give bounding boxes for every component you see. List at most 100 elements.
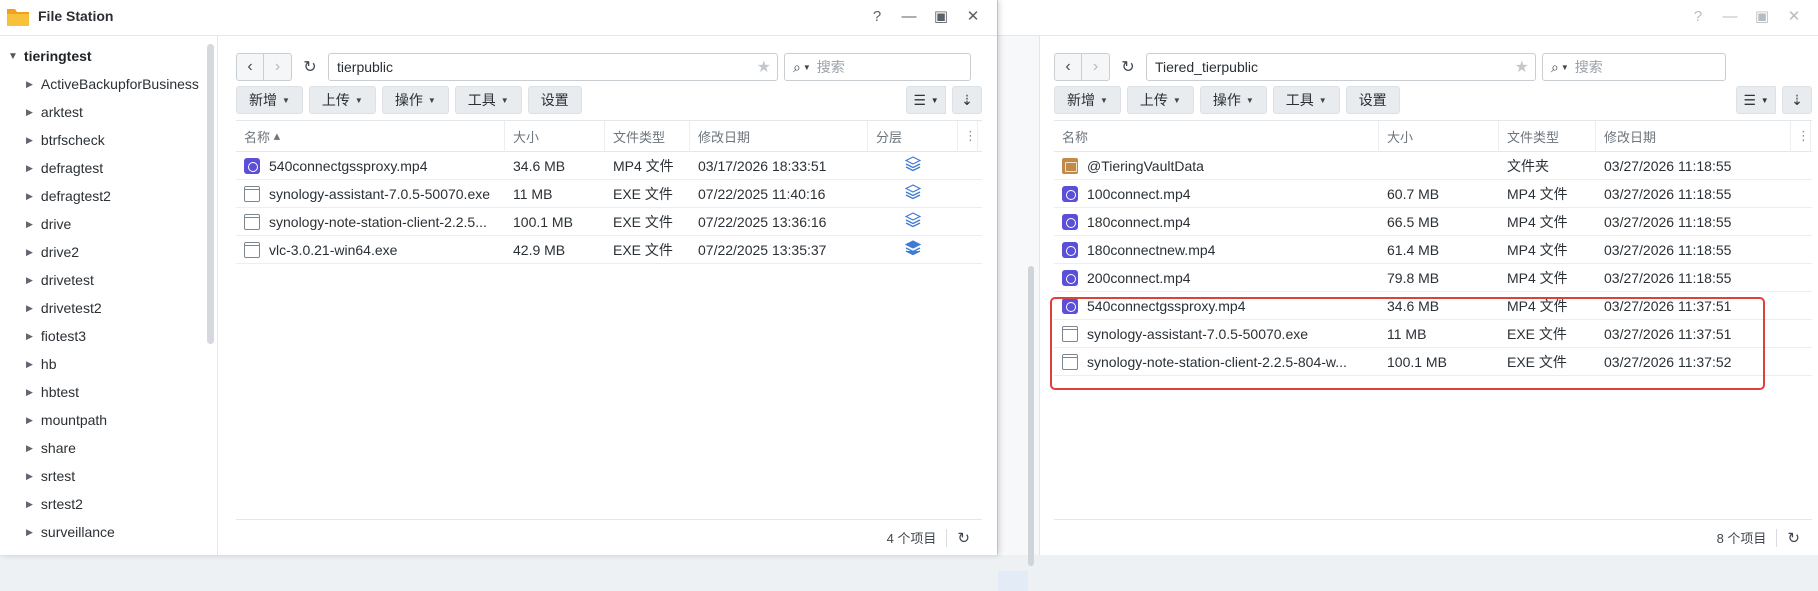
star-icon[interactable]: ★ [757,57,771,77]
column-menu-icon[interactable]: ⋮ [958,120,978,152]
close-icon[interactable]: ✕ [1778,0,1810,32]
caret-right-icon[interactable]: ▶ [26,443,33,454]
tree-item[interactable]: ▶ hbtest [0,378,217,406]
search-input[interactable]: ⌕ ▼ 搜索 [784,53,971,81]
action-button[interactable]: 操作 ▼ [1199,86,1267,114]
caret-right-icon[interactable]: ▶ [26,387,33,398]
table-row[interactable]: 540connectgssproxy.mp4 34.6 MB MP4 文件 03/17… [236,152,982,180]
column-menu-icon[interactable]: ⋮ [1791,120,1811,152]
caret-right-icon[interactable]: ▶ [26,247,33,258]
caret-down-icon[interactable]: ▼ [8,51,18,62]
sort-button[interactable]: ⇣ [952,86,982,114]
tree-item[interactable]: ▶ share [0,434,217,462]
caret-right-icon[interactable]: ▶ [26,107,33,118]
tree-item[interactable]: ▶ drive2 [0,238,217,266]
search-input[interactable]: ⌕ ▼ 搜索 [1542,53,1726,81]
path-input[interactable]: tierpublic ★ [328,53,778,81]
tree-item[interactable]: ▶ hb [0,350,217,378]
col-tier[interactable]: 分层 [868,120,958,152]
upload-button[interactable]: 上传 ▼ [308,86,376,114]
app-title: File Station [38,8,114,24]
caret-right-icon[interactable]: ▶ [26,275,33,286]
create-button[interactable]: 新增 ▼ [236,86,303,114]
tree-item[interactable]: ▶ arktest [0,98,217,126]
table-row[interactable]: @TieringVaultData 文件夹 03/27/2026 11:18:55 [1054,152,1812,180]
tree-item[interactable]: ▶ mountpath [0,406,217,434]
caret-right-icon[interactable]: ▶ [26,499,33,510]
caret-right-icon[interactable]: ▶ [26,135,33,146]
table-row[interactable]: 540connectgssproxy.mp4 34.6 MB MP4 文件 03/27… [1054,292,1812,320]
caret-right-icon[interactable]: ▶ [26,415,33,426]
back-arrow-icon[interactable]: ‹ [1054,53,1082,81]
tree-item[interactable]: ▶ defragtest [0,154,217,182]
tree-item-label: surveillance [40,524,115,540]
tree-item[interactable]: ▶ fiotest3 [0,322,217,350]
front-file-grid: 名称 ▴ 大小 文件类型 修改日期 分层 ⋮ 540connectgssprox… [236,120,982,519]
forward-arrow-icon[interactable]: › [1082,53,1110,81]
col-name[interactable]: 名称 [1054,120,1379,152]
table-row[interactable]: 100connect.mp4 60.7 MB MP4 文件 03/27/2026 11… [1054,180,1812,208]
caret-right-icon[interactable]: ▶ [26,303,33,314]
tools-button[interactable]: 工具 ▼ [454,86,522,114]
table-row[interactable]: synology-assistant-7.0.5-50070.exe 11 MB E… [1054,320,1812,348]
tree-item[interactable]: ▶ srtest2 [0,490,217,518]
caret-right-icon[interactable]: ▶ [26,359,33,370]
refresh-icon[interactable]: ↻ [296,53,324,81]
caret-right-icon[interactable]: ▶ [26,79,33,90]
scrollbar-thumb[interactable] [207,44,214,344]
col-type[interactable]: 文件类型 [1499,120,1596,152]
action-button[interactable]: 操作 ▼ [381,86,449,114]
caret-right-icon[interactable]: ▶ [26,471,33,482]
help-icon[interactable]: ? [1682,0,1714,32]
tools-button[interactable]: 工具 ▼ [1272,86,1340,114]
caret-right-icon[interactable]: ▶ [26,163,33,174]
forward-arrow-icon[interactable]: › [264,53,292,81]
col-modified[interactable]: 修改日期 [690,120,868,152]
tree-item[interactable]: ▶ srtest [0,462,217,490]
col-name[interactable]: 名称 ▴ [236,120,505,152]
create-button[interactable]: 新增 ▼ [1054,86,1121,114]
caret-right-icon[interactable]: ▶ [26,331,33,342]
col-size[interactable]: 大小 [505,120,605,152]
tree-item[interactable]: ▶ drivetest [0,266,217,294]
table-row[interactable]: synology-note-station-client-2.2.5-804-w… [1054,348,1812,376]
star-icon[interactable]: ★ [1515,57,1529,77]
caret-right-icon[interactable]: ▶ [26,191,33,202]
list-view-button[interactable]: ☰ ▼ [1736,86,1776,114]
refresh-icon[interactable]: ↻ [1114,53,1142,81]
maximize-icon[interactable]: ▣ [925,0,957,32]
refresh-icon[interactable]: ↻ [1787,529,1800,547]
sort-button[interactable]: ⇣ [1782,86,1812,114]
tree-item[interactable]: ▶ drive [0,210,217,238]
help-icon[interactable]: ? [861,0,893,32]
table-row[interactable]: vlc-3.0.21-win64.exe 42.9 MB EXE 文件 07/22/2… [236,236,982,264]
tree-item[interactable]: ▶ btrfscheck [0,126,217,154]
upload-button[interactable]: 上传 ▼ [1126,86,1194,114]
table-row[interactable]: synology-note-station-client-2.2.5... 100… [236,208,982,236]
tree-item[interactable]: ▶ ActiveBackupforBusiness [0,70,217,98]
tree-item[interactable]: ▶ defragtest2 [0,182,217,210]
path-input[interactable]: Tiered_tierpublic ★ [1146,53,1536,81]
col-size[interactable]: 大小 [1379,120,1499,152]
table-row[interactable]: 180connect.mp4 66.5 MB MP4 文件 03/27/2026 11… [1054,208,1812,236]
caret-right-icon[interactable]: ▶ [26,219,33,230]
tree-item[interactable]: ▶ surveillance [0,518,217,546]
table-row[interactable]: 200connect.mp4 79.8 MB MP4 文件 03/27/2026 11… [1054,264,1812,292]
back-arrow-icon[interactable]: ‹ [236,53,264,81]
close-icon[interactable]: ✕ [957,0,989,32]
scrollbar-thumb[interactable] [1028,266,1034,566]
settings-button[interactable]: 设置 [527,86,582,114]
list-view-button[interactable]: ☰ ▼ [906,86,946,114]
settings-button[interactable]: 设置 [1345,86,1400,114]
table-row[interactable]: 180connectnew.mp4 61.4 MB MP4 文件 03/27/2026… [1054,236,1812,264]
tree-root[interactable]: ▼ tieringtest [0,42,217,70]
tree-item[interactable]: ▶ drivetest2 [0,294,217,322]
col-type[interactable]: 文件类型 [605,120,690,152]
maximize-icon[interactable]: ▣ [1746,0,1778,32]
refresh-icon[interactable]: ↻ [957,529,970,547]
caret-right-icon[interactable]: ▶ [26,527,33,538]
minimize-icon[interactable]: — [1714,0,1746,32]
table-row[interactable]: synology-assistant-7.0.5-50070.exe 11 MB E… [236,180,982,208]
col-modified[interactable]: 修改日期 [1596,120,1791,152]
minimize-icon[interactable]: — [893,0,925,32]
